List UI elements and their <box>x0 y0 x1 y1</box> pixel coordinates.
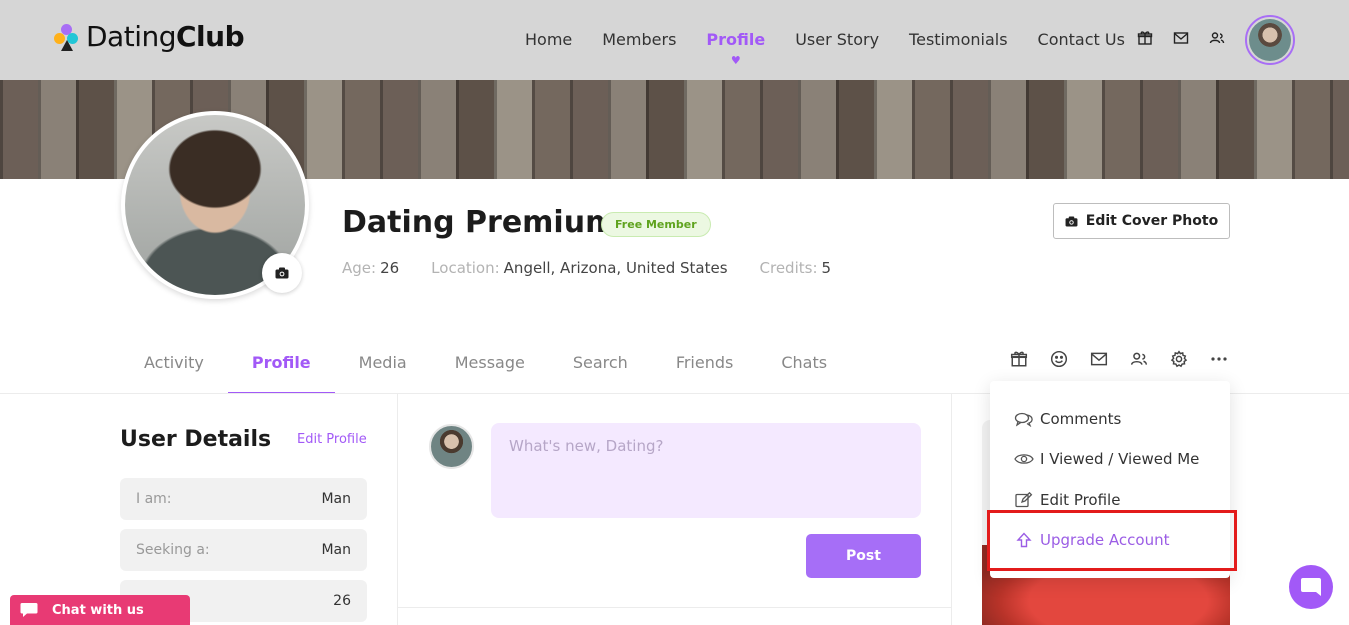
chat-with-us-label: Chat with us <box>52 602 144 618</box>
edit-cover-photo-label: Edit Cover Photo <box>1085 213 1219 229</box>
chat-launcher-button[interactable] <box>1289 565 1333 609</box>
post-author-avatar <box>429 424 474 469</box>
tab-message[interactable]: Message <box>431 335 549 394</box>
tab-profile[interactable]: Profile <box>227 335 335 394</box>
column-divider-left <box>397 394 398 625</box>
top-navbar: DatingClub Home Members Profile User Sto… <box>0 0 1349 80</box>
post-separator <box>398 607 951 608</box>
header-icons <box>1136 29 1244 47</box>
nav-members[interactable]: Members <box>602 30 676 49</box>
gift-icon[interactable] <box>1136 29 1154 47</box>
column-divider-right <box>951 394 952 625</box>
header-avatar-image <box>1249 19 1291 61</box>
user-details-title: User Details <box>120 427 272 452</box>
nav-home[interactable]: Home <box>525 30 572 49</box>
membership-badge: Free Member <box>601 212 711 237</box>
eye-icon <box>1014 454 1034 464</box>
detail-row-i-am: I am: Man <box>120 478 367 520</box>
menu-item-viewed-label: I Viewed / Viewed Me <box>1040 450 1200 468</box>
tab-chats[interactable]: Chats <box>757 335 851 394</box>
camera-icon <box>275 267 289 279</box>
gift-icon[interactable] <box>1009 349 1029 369</box>
logo-mark-icon <box>54 23 80 51</box>
highlight-box <box>987 510 1237 571</box>
edit-profile-link[interactable]: Edit Profile <box>297 432 367 447</box>
main-nav: Home Members Profile User Story Testimon… <box>525 30 1155 49</box>
menu-item-edit-profile-label: Edit Profile <box>1040 491 1121 509</box>
mail-icon[interactable] <box>1172 29 1190 47</box>
chat-bubble-icon <box>20 603 38 617</box>
profile-meta: Age: 26 Location: Angell, Arizona, Unite… <box>342 259 863 277</box>
detail-row-seeking: Seeking a: Man <box>120 529 367 571</box>
profile-tabs: Activity Profile Media Message Search Fr… <box>120 335 851 394</box>
tab-activity[interactable]: Activity <box>120 335 228 394</box>
age-label: Age: <box>342 259 377 277</box>
edit-cover-photo-button[interactable]: Edit Cover Photo <box>1053 203 1230 239</box>
detail-value: Man <box>321 542 351 558</box>
tab-friends[interactable]: Friends <box>652 335 758 394</box>
detail-value: Man <box>321 491 351 507</box>
menu-item-edit-profile[interactable]: Edit Profile <box>1014 491 1120 509</box>
brand-name-regular: Dating <box>86 20 177 53</box>
change-avatar-button[interactable] <box>262 253 302 293</box>
tab-media[interactable]: Media <box>335 335 431 394</box>
camera-icon <box>1065 215 1078 227</box>
smile-icon[interactable] <box>1049 349 1069 369</box>
detail-label: Seeking a: <box>136 542 210 558</box>
mail-icon[interactable] <box>1089 349 1109 369</box>
nav-contact-us[interactable]: Contact Us <box>1038 30 1125 49</box>
gear-icon[interactable] <box>1169 349 1189 369</box>
credits-label: Credits: <box>759 259 818 277</box>
post-button[interactable]: Post <box>806 534 921 578</box>
detail-label: I am: <box>136 491 172 507</box>
comments-icon <box>1014 412 1033 427</box>
page: DatingClub Home Members Profile User Sto… <box>0 0 1349 625</box>
chat-with-us-button[interactable]: Chat with us <box>10 595 190 625</box>
chat-bubble-icon <box>1301 578 1321 596</box>
credits-value: 5 <box>821 259 832 277</box>
header-user-avatar[interactable] <box>1245 15 1295 65</box>
brand-name-bold: Club <box>176 20 245 53</box>
tab-search[interactable]: Search <box>549 335 652 394</box>
menu-item-comments-label: Comments <box>1040 410 1122 428</box>
nav-user-story[interactable]: User Story <box>795 30 879 49</box>
age-value: 26 <box>380 259 400 277</box>
menu-item-viewed[interactable]: I Viewed / Viewed Me <box>1014 450 1199 468</box>
status-update-placeholder: What's new, Dating? <box>509 437 664 455</box>
location-label: Location: <box>431 259 500 277</box>
status-update-input[interactable]: What's new, Dating? <box>491 423 921 518</box>
brand-logo[interactable]: DatingClub <box>54 20 245 53</box>
users-icon[interactable] <box>1208 29 1226 47</box>
brand-name: DatingClub <box>86 20 245 53</box>
edit-icon <box>1015 492 1033 508</box>
location-value: Angell, Arizona, United States <box>503 259 728 277</box>
profile-name: Dating Premium <box>342 205 617 240</box>
menu-item-comments[interactable]: Comments <box>1014 410 1121 428</box>
detail-value: 26 <box>333 593 351 609</box>
more-icon[interactable] <box>1209 349 1229 369</box>
nav-profile[interactable]: Profile <box>706 30 765 49</box>
users-icon[interactable] <box>1129 349 1149 369</box>
profile-action-icons <box>1009 349 1249 369</box>
nav-testimonials[interactable]: Testimonials <box>909 30 1008 49</box>
